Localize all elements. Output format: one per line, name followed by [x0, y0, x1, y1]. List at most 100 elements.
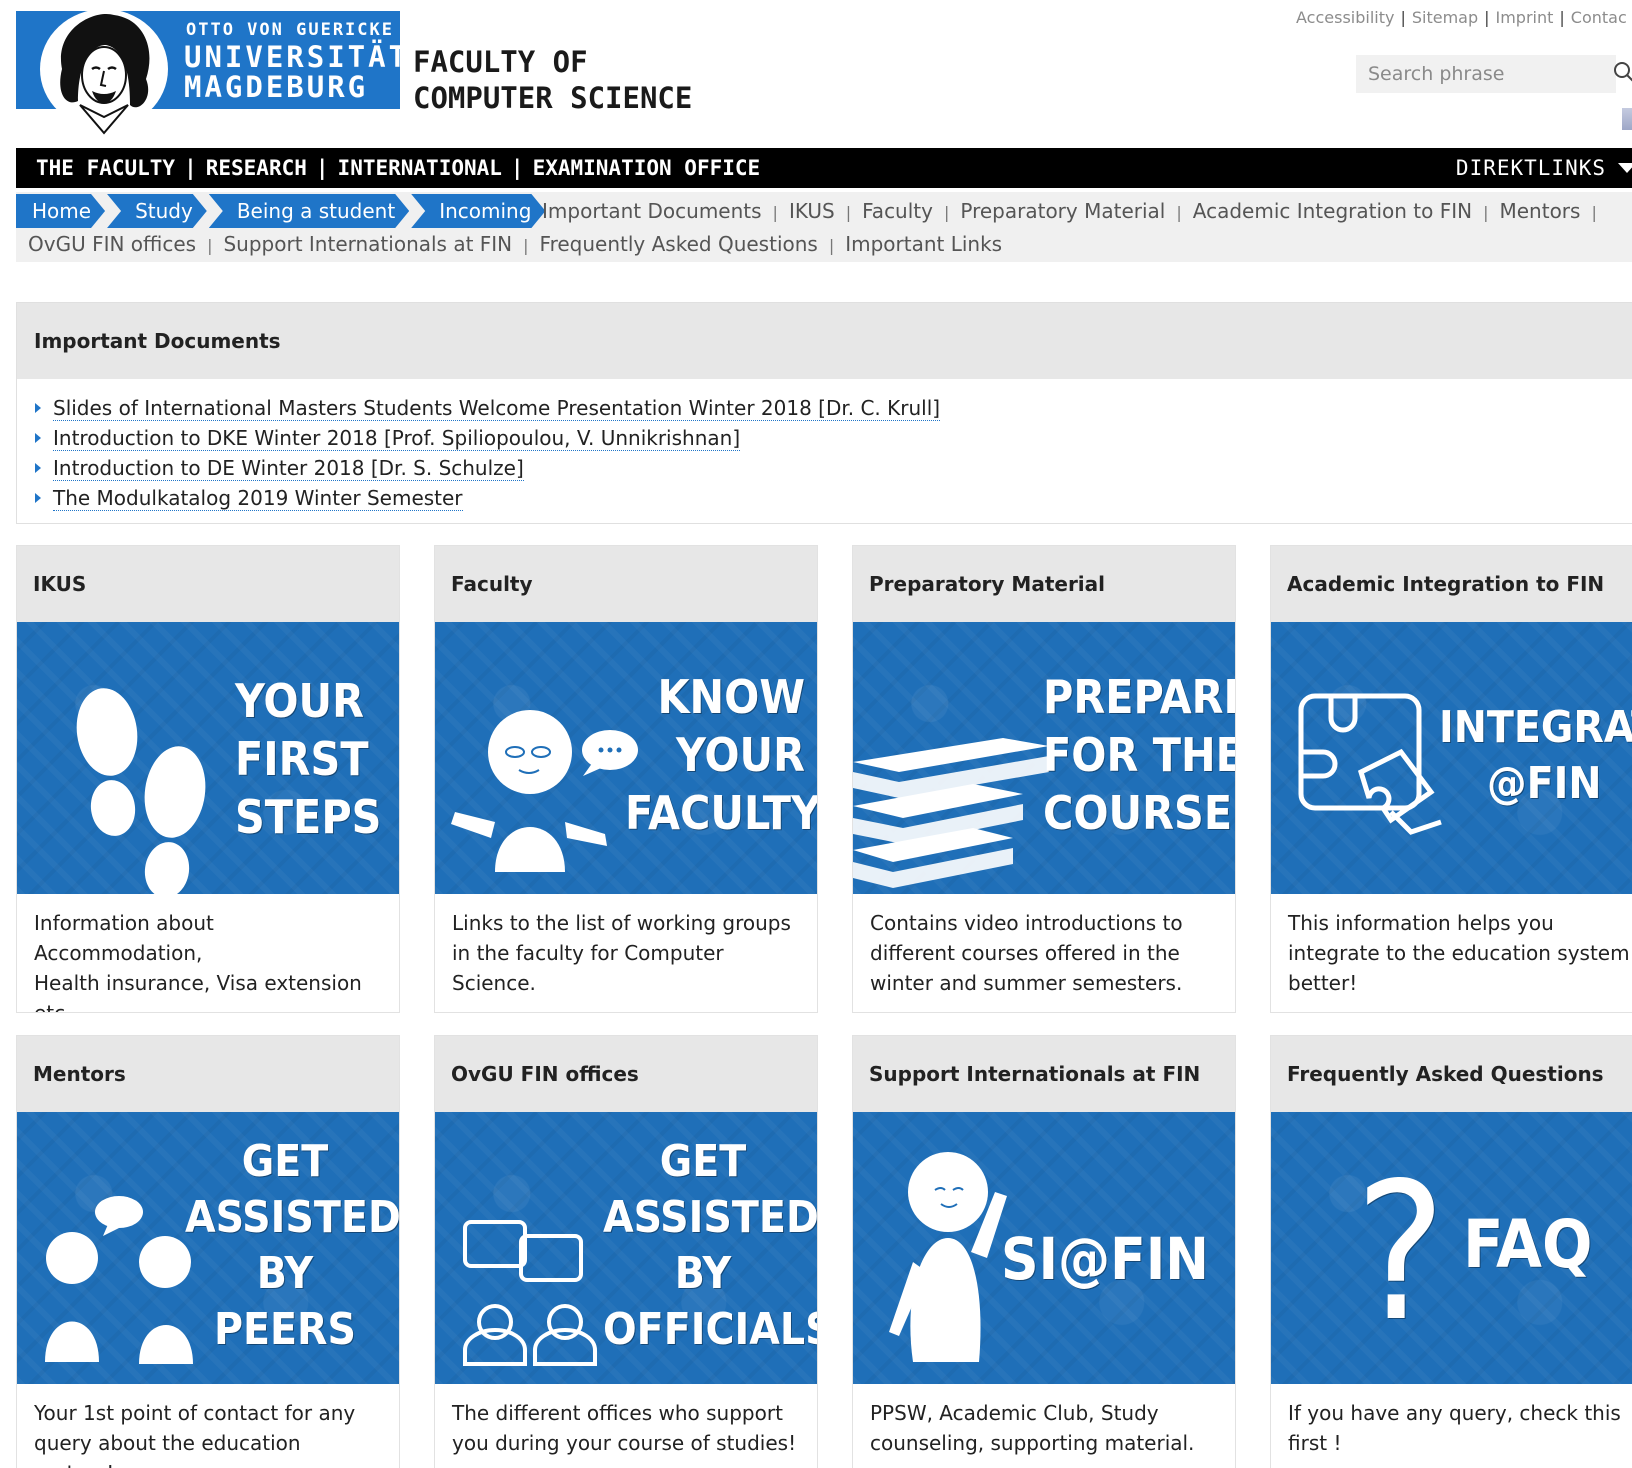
- image-text-line: YOUR: [235, 674, 364, 728]
- subnav-support-internationals[interactable]: Support Internationals at FIN: [223, 232, 512, 256]
- breadcrumb: Home Study Being a student Incoming: [16, 194, 547, 228]
- description-line: Health insurance, Visa extension: [34, 971, 362, 995]
- subnav-academic-integration[interactable]: Academic Integration to FIN: [1193, 199, 1472, 223]
- card-description: If you have any query, check this first …: [1271, 1384, 1632, 1458]
- card-title: Frequently Asked Questions: [1271, 1036, 1632, 1112]
- nav-the-faculty[interactable]: THE FACULTY: [36, 156, 175, 180]
- bullet-triangle-icon: [35, 493, 41, 503]
- description-line: If you have any query, check this: [1288, 1401, 1621, 1425]
- sub-navigation: Home Study Being a student Incoming Impo…: [16, 192, 1632, 262]
- breadcrumb-incoming[interactable]: Incoming: [411, 194, 545, 228]
- card-image[interactable]: YOUR FIRST STEPS: [17, 622, 399, 894]
- description-line: counseling, supporting material.: [870, 1431, 1195, 1455]
- description-line: query about the education system!: [34, 1431, 301, 1468]
- separator: |: [1484, 8, 1490, 27]
- card-image[interactable]: SI@FIN: [853, 1112, 1235, 1384]
- image-text: INTEGRATI @FIN: [1439, 706, 1632, 806]
- card-preparatory-material[interactable]: Preparatory Material PREPARE FOR THE COU…: [852, 545, 1236, 1013]
- important-documents-panel: Important Documents Slides of Internatio…: [16, 302, 1632, 524]
- card-ikus[interactable]: IKUS YOUR FIRST STEPS Information about …: [16, 545, 400, 1013]
- subnav-important-documents[interactable]: Important Documents: [542, 199, 762, 223]
- bullet-triangle-icon: [35, 463, 41, 473]
- card-faculty[interactable]: Faculty KNOW YOUR FACULTY Links to the l…: [434, 545, 818, 1013]
- subnav-ovgu-fin-offices[interactable]: OvGU FIN offices: [28, 232, 196, 256]
- card-description: Links to the list of working groups in t…: [435, 894, 817, 998]
- breadcrumb-home[interactable]: Home: [16, 194, 105, 228]
- list-item: Slides of International Masters Students…: [35, 393, 1632, 423]
- subnav-faq[interactable]: Frequently Asked Questions: [540, 232, 818, 256]
- separator: |: [1176, 203, 1182, 222]
- card-image[interactable]: PREPARE FOR THE COURSE: [853, 622, 1236, 894]
- nav-international[interactable]: INTERNATIONAL: [338, 156, 502, 180]
- separator: |: [1400, 8, 1406, 27]
- imprint-link[interactable]: Imprint: [1496, 8, 1554, 27]
- important-documents-title: Important Documents: [17, 303, 1632, 379]
- image-text-line: COURSE: [1043, 786, 1233, 840]
- image-text-line: FACULTY: [625, 786, 818, 840]
- university-name-line2: UNIVERSITÄT: [184, 40, 410, 74]
- card-image[interactable]: GET ASSISTED BY PEERS: [17, 1112, 400, 1384]
- document-link[interactable]: Introduction to DKE Winter 2018 [Prof. S…: [53, 426, 741, 451]
- bullet-triangle-icon: [35, 433, 41, 443]
- university-logo[interactable]: OTTO VON GUERICKE UNIVERSITÄT MAGDEBURG: [16, 9, 406, 135]
- image-text-line: FOR THE: [1043, 728, 1236, 782]
- card-title: Preparatory Material: [853, 546, 1235, 622]
- card-academic-integration[interactable]: Academic Integration to FIN INTEGRATI @F…: [1270, 545, 1632, 1013]
- language-flag-icon[interactable]: [1622, 108, 1632, 130]
- document-link[interactable]: Slides of International Masters Students…: [53, 396, 941, 421]
- list-item: The Modulkatalog 2019 Winter Semester: [35, 483, 1632, 513]
- search-input[interactable]: [1356, 55, 1606, 93]
- subnav-ikus[interactable]: IKUS: [789, 199, 835, 223]
- separator: |: [1591, 203, 1597, 222]
- card-image[interactable]: INTEGRATI @FIN: [1271, 622, 1632, 894]
- subnav-preparatory-material[interactable]: Preparatory Material: [960, 199, 1165, 223]
- description-line: integrate to the education system: [1288, 941, 1630, 965]
- faculty-title-line2: COMPUTER SCIENCE: [413, 81, 693, 115]
- separator: |: [845, 203, 852, 222]
- card-ovgu-fin-offices[interactable]: OvGU FIN offices GET ASSISTED BY OFFICIA…: [434, 1035, 818, 1468]
- card-support-internationals[interactable]: Support Internationals at FIN SI@FIN PPS…: [852, 1035, 1236, 1468]
- accessibility-link[interactable]: Accessibility: [1296, 8, 1394, 27]
- card-image[interactable]: ? FAQ: [1271, 1112, 1632, 1384]
- separator: |: [1483, 203, 1489, 222]
- image-text-line: STEPS: [235, 790, 382, 844]
- faculty-title[interactable]: FACULTY OF COMPUTER SCIENCE: [413, 44, 692, 116]
- subnav-faculty[interactable]: Faculty: [862, 199, 933, 223]
- document-link[interactable]: Introduction to DE Winter 2018 [Dr. S. S…: [53, 456, 524, 481]
- card-description: Information about Accommodation, Health …: [17, 894, 399, 1013]
- card-image[interactable]: KNOW YOUR FACULTY: [435, 622, 818, 894]
- card-description: Your 1st point of contact for any query …: [17, 1384, 399, 1468]
- search-icon[interactable]: [1612, 60, 1632, 84]
- separator: |: [943, 203, 950, 222]
- card-image[interactable]: GET ASSISTED BY OFFICIALS: [435, 1112, 818, 1384]
- breadcrumb-study[interactable]: Study: [107, 194, 207, 228]
- card-faq[interactable]: Frequently Asked Questions ? FAQ If you …: [1270, 1035, 1632, 1468]
- image-text-line: ASSISTED: [603, 1192, 818, 1243]
- description-line: Your 1st point of contact for any: [34, 1401, 356, 1425]
- contact-link[interactable]: Contac: [1571, 8, 1627, 27]
- image-text-line: ASSISTED: [185, 1192, 400, 1243]
- sitemap-link[interactable]: Sitemap: [1412, 8, 1478, 27]
- bullet-triangle-icon: [35, 403, 41, 413]
- faculty-title-line1: FACULTY OF: [413, 45, 588, 79]
- search-box: [1356, 55, 1616, 93]
- subnav-row-2: OvGU FIN offices | Support Internationals …: [28, 228, 1002, 260]
- separator: |: [315, 156, 329, 180]
- image-text-line: PEERS: [213, 1304, 357, 1355]
- document-link[interactable]: The Modulkatalog 2019 Winter Semester: [53, 486, 463, 511]
- card-mentors[interactable]: Mentors GET ASSISTED BY PEERS Your 1st p…: [16, 1035, 400, 1468]
- nav-research[interactable]: RESEARCH: [206, 156, 307, 180]
- caret-down-icon: [1618, 163, 1632, 173]
- separator: |: [828, 236, 835, 255]
- image-text-line: YOUR: [676, 728, 805, 782]
- breadcrumb-being-a-student[interactable]: Being a student: [209, 194, 409, 228]
- subnav-mentors[interactable]: Mentors: [1499, 199, 1580, 223]
- description-line: Links to the list of working groups: [452, 911, 791, 935]
- university-name-line1: OTTO VON GUERICKE: [186, 20, 394, 40]
- direktlinks-dropdown[interactable]: DIREKTLINKS: [1456, 148, 1632, 188]
- description-line: The different offices who support: [452, 1401, 783, 1425]
- description-line: etc.: [34, 1001, 72, 1013]
- description-line: PPSW, Academic Club, Study: [870, 1401, 1159, 1425]
- nav-examination-office[interactable]: EXAMINATION OFFICE: [533, 156, 761, 180]
- subnav-important-links[interactable]: Important Links: [845, 232, 1002, 256]
